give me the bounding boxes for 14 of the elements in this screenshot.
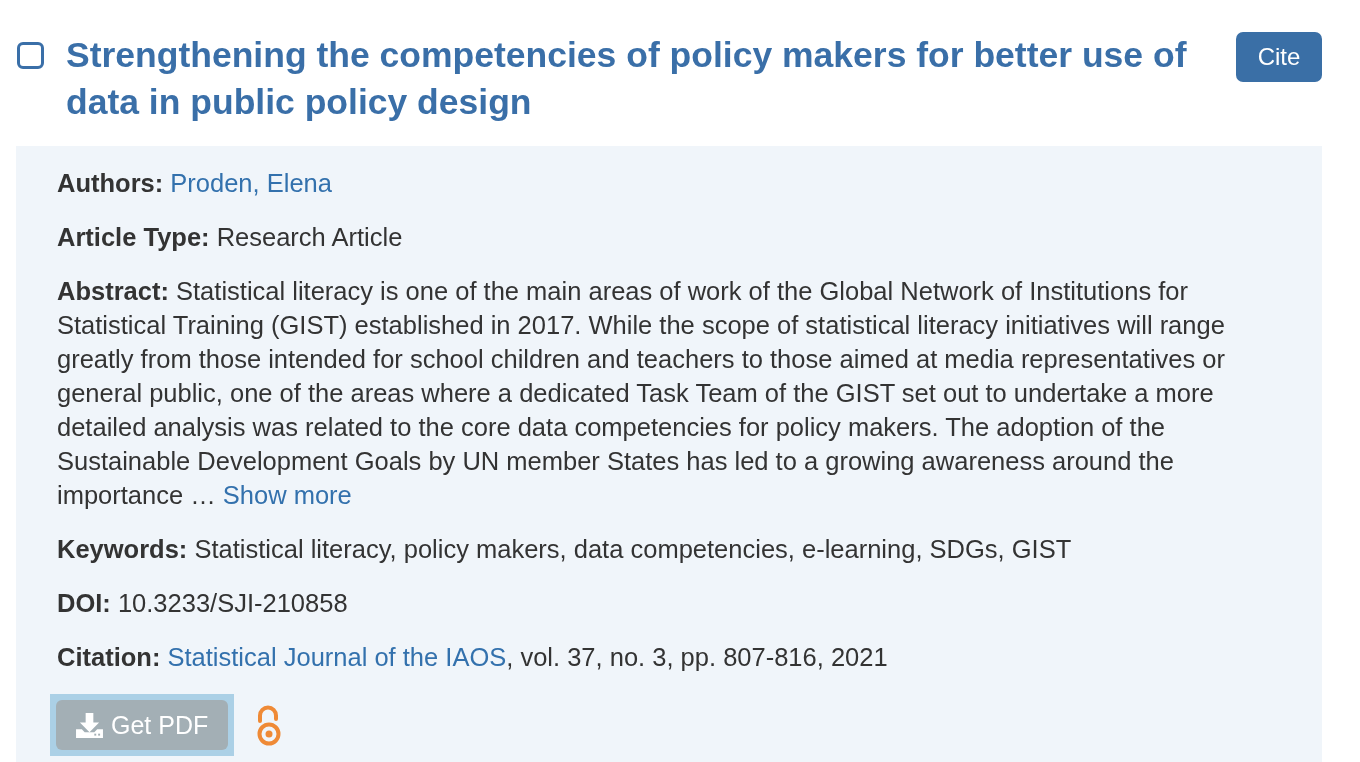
article-title-link[interactable]: Strengthening the competencies of policy makers for better use of data in public policy design bbox=[66, 32, 1200, 126]
abstract-text: Abstract: Statistical literacy is one of the main areas of work of the Global Network of Institutions for Statistical Training (GIST) established in 2017. While the scope of statistical literacy initiatives will range greatly from those intended for school children and teachers to those aimed at media representatives or general public, one of the areas where a dedicated Task Team of the GIST set out to undertake a more detailed analysis was related to the core data competencies for policy makers. The adoption of the Sustainable Development Goals by UN member States has led to a growing awareness around the importance … Show more bbox=[57, 276, 1226, 511]
author-link[interactable]: Proden, Elena bbox=[170, 169, 332, 197]
download-icon bbox=[76, 712, 103, 738]
open-padlock-icon bbox=[255, 704, 283, 746]
authors-line: Authors: Proden, Elena bbox=[57, 168, 333, 199]
select-checkbox[interactable] bbox=[17, 42, 44, 69]
journal-link[interactable]: Statistical Journal of the IAOS bbox=[167, 643, 507, 671]
article-type-line: Article Type: Research Article bbox=[57, 222, 404, 253]
keywords-line: Keywords: Statistical literacy, policy makers, data competencies, e-learning, SDGs, GIST bbox=[57, 534, 1073, 565]
citation-line: Citation: Statistical Journal of the IAOS, vol. 37, no. 3, pp. 807-816, 2021 bbox=[57, 642, 889, 673]
show-more-link[interactable]: Show more bbox=[222, 481, 352, 509]
cite-button[interactable]: Cite bbox=[1236, 32, 1322, 82]
doi-line: DOI: 10.3233/SJI-210858 bbox=[57, 588, 349, 619]
